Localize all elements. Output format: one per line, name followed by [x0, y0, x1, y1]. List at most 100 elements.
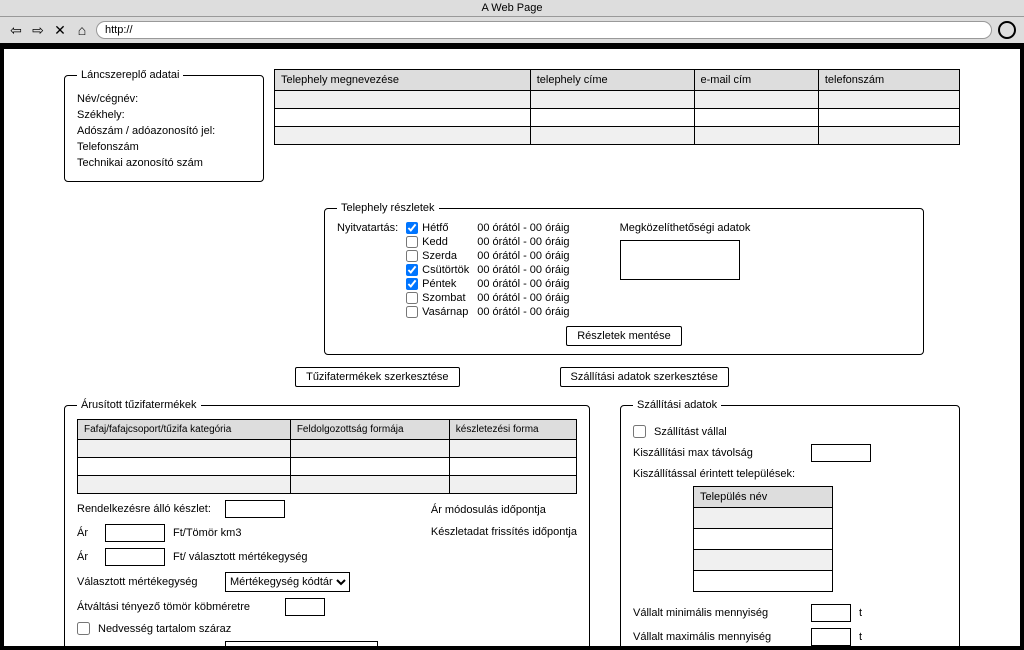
actor-phone-label: Telefonszám: [77, 141, 251, 153]
access-textbox[interactable]: [620, 240, 740, 280]
browser-title-bar: A Web Page: [0, 0, 1024, 17]
day-hours: 00 órától - 00 óráig: [477, 306, 569, 318]
day-label: Vasárnap: [422, 306, 468, 318]
max-qty-label: Vállalt maximális mennyiség: [633, 631, 803, 643]
table-row[interactable]: [694, 529, 833, 550]
price2-unit: Ft/ választott mértékegység: [173, 551, 308, 563]
day-label: Kedd: [422, 236, 448, 248]
sites-th-name: Telephely megnevezése: [275, 70, 531, 91]
edit-delivery-button[interactable]: Szállítási adatok szerkesztése: [560, 367, 729, 387]
day-row: Csütörtök: [406, 264, 469, 276]
actor-seat-label: Székhely:: [77, 109, 251, 121]
back-icon[interactable]: ⇦: [8, 22, 24, 38]
unit-t1: t: [859, 607, 862, 619]
price1-input[interactable]: [105, 524, 165, 542]
products-th-processing: Feldolgozottság formája: [290, 420, 449, 440]
stock-label: Rendelkezésre álló készlet:: [77, 503, 217, 515]
day-row: Hétfő: [406, 222, 469, 234]
table-row[interactable]: [275, 91, 960, 109]
products-fieldset: Árusított tűzifatermékek Fafaj/fafajcsop…: [64, 399, 590, 650]
day-hours: 00 órától - 00 óráig: [477, 250, 569, 262]
details-legend: Telephely részletek: [337, 202, 439, 214]
page-body: Láncszereplő adatai Név/cégnév: Székhely…: [0, 45, 1024, 650]
edit-products-button[interactable]: Tűzifatermékek szerkesztése: [295, 367, 459, 387]
day-checkbox[interactable]: [406, 264, 418, 276]
table-row[interactable]: [275, 127, 960, 145]
day-label: Szerda: [422, 250, 457, 262]
unit-t2: t: [859, 631, 862, 643]
table-row[interactable]: [78, 440, 577, 458]
min-qty-label: Vállalt minimális mennyiség: [633, 607, 803, 619]
max-qty-input[interactable]: [811, 628, 851, 646]
table-row[interactable]: [694, 550, 833, 571]
day-label: Csütörtök: [422, 264, 469, 276]
table-row[interactable]: [78, 458, 577, 476]
products-legend: Árusított tűzifatermékek: [77, 399, 201, 411]
hours-label: Nyitvatartás:: [337, 222, 398, 318]
table-row[interactable]: [275, 109, 960, 127]
conversion-label: Átváltási tényező tömör köbméretre: [77, 601, 277, 613]
day-hours: 00 órától - 00 óráig: [477, 236, 569, 248]
table-row[interactable]: [694, 508, 833, 529]
day-hours: 00 órától - 00 óráig: [477, 292, 569, 304]
table-row[interactable]: [694, 571, 833, 592]
day-row: Péntek: [406, 278, 469, 290]
day-hours: 00 órától - 00 óráig: [477, 222, 569, 234]
actor-name-label: Név/cégnév:: [77, 93, 251, 105]
day-hours: 00 órától - 00 óráig: [477, 278, 569, 290]
day-label: Péntek: [422, 278, 456, 290]
table-row[interactable]: [78, 476, 577, 494]
price-change-label: Ár módosulás időpontja: [431, 504, 577, 516]
sites-th-email: e-mail cím: [694, 70, 818, 91]
settlements-table[interactable]: Település név: [693, 486, 833, 592]
stock-update-label: Készletadat frissítés időpontja: [431, 526, 577, 538]
day-checkbox[interactable]: [406, 306, 418, 318]
actor-tax-label: Adószám / adóazonosító jel:: [77, 125, 251, 137]
delivery-legend: Szállítási adatok: [633, 399, 721, 411]
day-checkbox[interactable]: [406, 236, 418, 248]
forward-icon[interactable]: ⇨: [30, 22, 46, 38]
url-input[interactable]: [96, 21, 992, 39]
day-row: Szombat: [406, 292, 469, 304]
undertakes-checkbox[interactable]: [633, 425, 646, 438]
details-fieldset: Telephely részletek Nyitvatartás: Hétfő K…: [324, 202, 924, 355]
conversion-input[interactable]: [285, 598, 325, 616]
save-details-button[interactable]: Részletek mentése: [566, 326, 682, 346]
max-dist-label: Kiszállítási max távolság: [633, 447, 803, 459]
actor-techid-label: Technikai azonosító szám: [77, 157, 251, 169]
price1-unit: Ft/Tömör km3: [173, 527, 241, 539]
moisture-label: Nedvesség tartalom száraz: [98, 623, 231, 635]
access-label: Megközelíthetőségi adatok: [620, 222, 751, 234]
stop-icon[interactable]: ✕: [52, 22, 68, 38]
browser-toolbar: ⇦ ⇨ ✕ ⌂: [0, 17, 1024, 45]
actor-fieldset: Láncszereplő adatai Név/cégnév: Székhely…: [64, 69, 264, 182]
day-label: Hétfő: [422, 222, 448, 234]
home-icon[interactable]: ⌂: [74, 22, 90, 38]
products-th-storage: készletezési forma: [449, 420, 576, 440]
max-dist-input[interactable]: [811, 444, 871, 462]
price2-label: Ár: [77, 551, 97, 563]
harvest-label: Kitermelés időszakc: [77, 645, 217, 650]
day-row: Kedd: [406, 236, 469, 248]
harvest-select[interactable]: kitermelés időszaka kódtár: [225, 641, 378, 650]
settlements-label: Kiszállítással érintett települések:: [633, 468, 947, 480]
sites-table-wrap: Telephely megnevezése telephely címe e-m…: [274, 69, 960, 145]
sites-table[interactable]: Telephely megnevezése telephely címe e-m…: [274, 69, 960, 145]
stock-input[interactable]: [225, 500, 285, 518]
day-checkbox[interactable]: [406, 222, 418, 234]
unit-label: Választott mértékegység: [77, 576, 217, 588]
day-checkbox[interactable]: [406, 250, 418, 262]
products-th-species: Fafaj/fafajcsoport/tűzifa kategória: [78, 420, 291, 440]
price2-input[interactable]: [105, 548, 165, 566]
day-checkbox[interactable]: [406, 278, 418, 290]
unit-select[interactable]: Mértékegység kódtár: [225, 572, 350, 592]
products-table[interactable]: Fafaj/fafajcsoport/tűzifa kategória Feld…: [77, 419, 577, 494]
day-checkbox[interactable]: [406, 292, 418, 304]
min-qty-input[interactable]: [811, 604, 851, 622]
day-label: Szombat: [422, 292, 465, 304]
delivery-fieldset: Szállítási adatok Szállítást vállal Kisz…: [620, 399, 960, 650]
sites-th-address: telephely címe: [530, 70, 694, 91]
search-icon[interactable]: [998, 21, 1016, 39]
moisture-checkbox[interactable]: [77, 622, 90, 635]
actor-legend: Láncszereplő adatai: [77, 69, 183, 81]
